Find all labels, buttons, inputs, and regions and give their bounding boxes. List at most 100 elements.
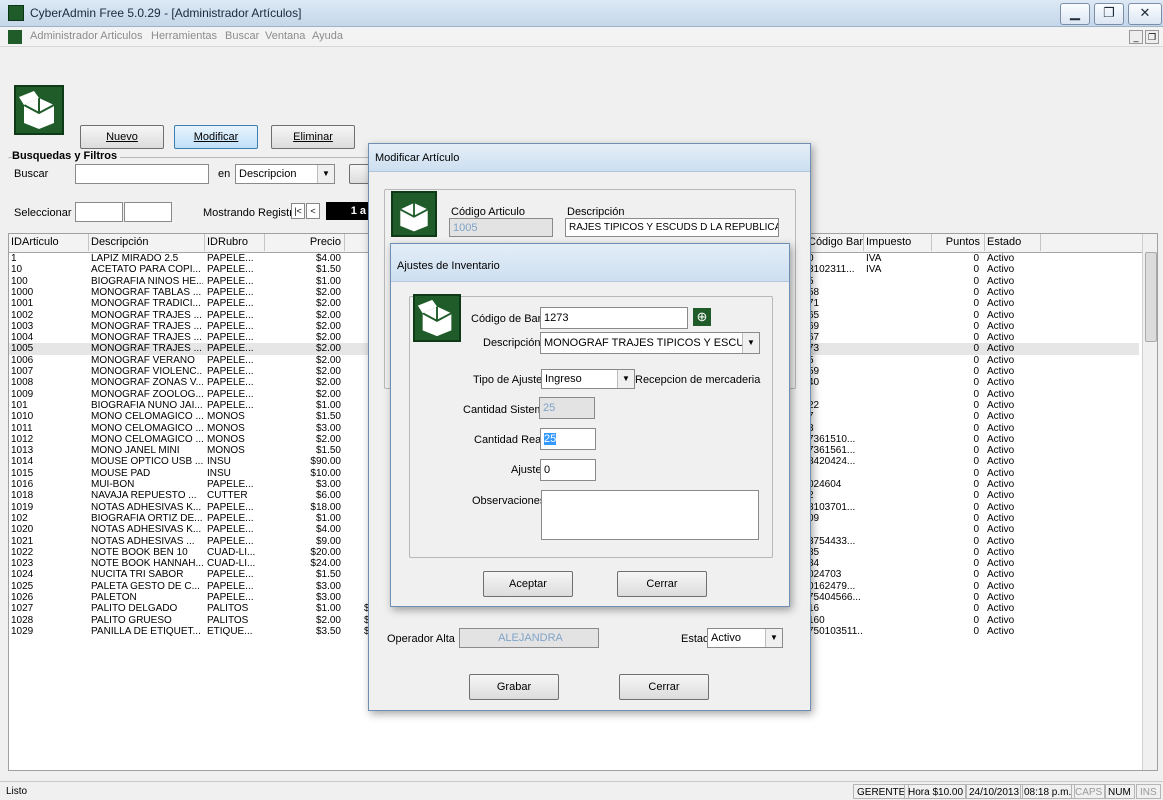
- vertical-scrollbar[interactable]: [1142, 234, 1157, 770]
- cell-puntos: 0: [973, 388, 979, 400]
- menu-administrador[interactable]: Administrador Articulos: [30, 30, 143, 42]
- cell-desc: MOUSE OPTICO USB ...: [91, 456, 203, 468]
- header-codigo-barra[interactable]: Código Barra: [806, 234, 864, 251]
- mdi-minimize-icon[interactable]: _: [1129, 30, 1143, 44]
- estado-select[interactable]: Activo ▼: [707, 628, 783, 648]
- status-time: 08:18 p.m.: [1020, 784, 1076, 799]
- cell-barra: 3754433...: [808, 535, 856, 547]
- cell-impuesto: IVA: [866, 264, 882, 276]
- codigo-articulo-label: Código Articulo: [451, 206, 525, 218]
- cell-puntos: 0: [973, 264, 979, 276]
- cell-puntos: 0: [973, 445, 979, 457]
- cell-precio: $10.00: [310, 467, 341, 479]
- cell-rubro: PAPELE...: [207, 298, 254, 310]
- tipo-ajuste-note: Recepcion de mercaderia: [635, 374, 761, 386]
- cell-precio: $24.00: [310, 558, 341, 570]
- close-icon[interactable]: ✕: [1128, 3, 1162, 25]
- descripcion-value-ajustes: MONOGRAF TRAJES TIPICOS Y ESCUDS D L: [544, 337, 760, 349]
- cell-puntos: 0: [973, 592, 979, 603]
- cell-estado: Activo: [987, 501, 1015, 513]
- search-field-select[interactable]: Descripcion ▼: [235, 164, 335, 184]
- observaciones-textarea[interactable]: [541, 490, 759, 540]
- menu-buscar[interactable]: Buscar: [225, 30, 259, 42]
- cantidad-real-input[interactable]: 25: [540, 428, 596, 450]
- cell-barra: 5: [808, 276, 862, 287]
- menu-herramientas[interactable]: Herramientas: [151, 30, 217, 42]
- descripcion-select-ajustes[interactable]: MONOGRAF TRAJES TIPICOS Y ESCUDS D L ▼: [540, 332, 760, 354]
- cell-precio: $2.00: [315, 343, 341, 355]
- cell-id: 1013: [11, 445, 34, 457]
- cell-puntos: 0: [973, 253, 979, 264]
- aceptar-button[interactable]: Aceptar: [483, 571, 573, 597]
- cell-desc: NOTAS ADHESIVAS K...: [91, 501, 202, 513]
- header-puntos[interactable]: Puntos: [932, 234, 985, 251]
- cell-estado: Activo: [987, 558, 1015, 570]
- cell-desc: ACETATO PARA COPI...: [91, 264, 201, 276]
- ajuste-input[interactable]: 0: [540, 459, 596, 481]
- en-label: en: [218, 168, 231, 180]
- cerrar-modificar-label: Cerrar: [648, 681, 680, 693]
- operador-alta-value: ALEJANDRA: [498, 632, 563, 644]
- header-estado[interactable]: Estado: [985, 234, 1041, 251]
- zoom-search-icon[interactable]: ⊕: [693, 308, 711, 326]
- article-box-icon: [391, 191, 437, 237]
- header-impuesto[interactable]: Impuesto: [864, 234, 932, 251]
- cell-puntos: 0: [973, 501, 979, 513]
- cell-precio: $2.00: [315, 354, 341, 366]
- cell-estado: Activo: [987, 535, 1015, 547]
- header-precio[interactable]: Precio: [265, 234, 345, 251]
- first-page-icon[interactable]: |<: [291, 203, 305, 219]
- grabar-label: Grabar: [496, 681, 532, 693]
- header-descripcion[interactable]: Descripción: [89, 234, 205, 251]
- cell-barra: 3: [808, 423, 862, 434]
- cell-precio: $1.50: [315, 264, 341, 276]
- restore-icon[interactable]: ❐: [1094, 3, 1124, 25]
- operador-alta-field: ALEJANDRA: [459, 628, 599, 648]
- cell-barra: 0162479...: [808, 580, 856, 592]
- mdi-restore-icon[interactable]: ❐: [1145, 30, 1159, 44]
- cell-estado: Activo: [987, 354, 1015, 366]
- cell-puntos: 0: [973, 456, 979, 468]
- header-idarticulo[interactable]: IDArticulo: [9, 234, 89, 251]
- descripcion-label-ajustes: Descripción: [483, 337, 541, 349]
- cell-id: 1023: [11, 558, 34, 570]
- descripcion-label-modificar: Descripción: [567, 206, 625, 218]
- cell-barra: 58: [808, 286, 820, 298]
- cell-desc: PALETA GESTO DE C...: [91, 580, 200, 592]
- cerrar-ajustes-button[interactable]: Cerrar: [617, 571, 707, 597]
- record-range: 1 a: [326, 202, 370, 220]
- cerrar-modificar-button[interactable]: Cerrar: [619, 674, 709, 700]
- search-input[interactable]: [75, 164, 209, 184]
- cell-estado: Activo: [987, 320, 1015, 332]
- select-from-input[interactable]: [75, 202, 123, 222]
- cell-desc: MOÑO JANEL MINI: [91, 445, 180, 457]
- modificar-button[interactable]: Modificar: [174, 125, 258, 149]
- search-group-label: Busquedas y Filtros: [12, 150, 121, 162]
- cell-puntos: 0: [973, 558, 979, 570]
- cell-estado: Activo: [987, 546, 1015, 558]
- inventory-box-icon: [413, 294, 461, 342]
- menu-ayuda[interactable]: Ayuda: [312, 30, 343, 42]
- cell-id: 1014: [11, 456, 34, 468]
- header-idrubro[interactable]: IDRubro: [205, 234, 265, 251]
- cell-desc: MONOGRAF VIOLENC...: [91, 366, 203, 377]
- menu-ventana[interactable]: Ventana: [265, 30, 305, 42]
- nuevo-button[interactable]: Nuevo: [80, 125, 164, 149]
- codigo-barra-input[interactable]: 1273: [540, 307, 688, 329]
- select-to-input[interactable]: [124, 202, 172, 222]
- minimize-icon[interactable]: ▁: [1060, 3, 1090, 25]
- prev-page-icon[interactable]: <: [306, 203, 320, 219]
- cell-precio: $4.00: [315, 524, 341, 536]
- tipo-ajuste-select[interactable]: Ingreso ▼: [541, 369, 635, 389]
- descripcion-field-modificar[interactable]: RAJES TIPICOS Y ESCUDS D LA REPUBLICA MX: [565, 218, 779, 237]
- cell-rubro: PAPELE...: [207, 354, 254, 366]
- mdi-app-icon: [8, 30, 22, 44]
- cell-rubro: PAPELE...: [207, 286, 254, 298]
- scrollbar-thumb[interactable]: [1145, 252, 1157, 342]
- cell-barra: 2: [808, 490, 862, 501]
- grabar-button[interactable]: Grabar: [469, 674, 559, 700]
- cell-puntos: 0: [973, 580, 979, 592]
- eliminar-button[interactable]: Eliminar: [271, 125, 355, 149]
- cell-desc: MOÑO CELOMAGICO ...: [91, 411, 203, 423]
- cell-puntos: 0: [973, 332, 979, 344]
